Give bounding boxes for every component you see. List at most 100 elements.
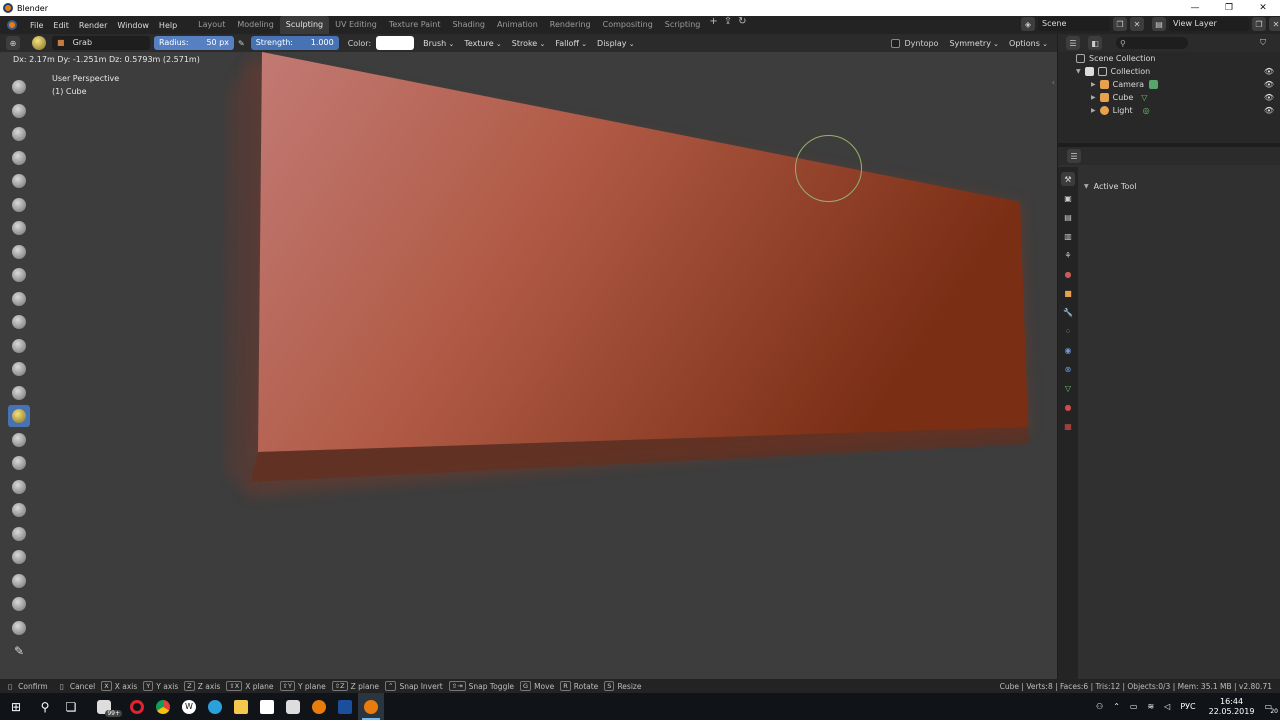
tool-thumb-icon[interactable] <box>8 452 30 474</box>
symmetry-menu[interactable]: Symmetry <box>944 39 1004 48</box>
tool-draw-icon[interactable] <box>8 76 30 98</box>
telegram-icon[interactable] <box>202 693 228 720</box>
tab-animation[interactable]: Animation <box>491 16 544 34</box>
tab-data-icon[interactable]: ▽ <box>1061 381 1075 395</box>
expand-icon[interactable]: ▶ <box>1091 107 1096 114</box>
tool-mask-icon[interactable] <box>8 523 30 545</box>
scene-icon[interactable]: ◈ <box>1021 17 1035 31</box>
3d-viewport[interactable]: Dx: 2.17m Dy: -1.251m Dz: 0.5793m (2.571… <box>0 52 1057 679</box>
menu-edit[interactable]: Edit <box>48 21 74 30</box>
refresh-icon[interactable]: ↻ <box>735 16 749 34</box>
remove-scene-icon[interactable]: ✕ <box>1130 17 1144 31</box>
filter-icon[interactable]: ⛉ <box>1260 38 1266 48</box>
network-icon[interactable]: ▭ <box>1130 702 1138 711</box>
color-swatch[interactable] <box>376 36 415 50</box>
language-indicator[interactable]: РУС <box>1180 702 1195 711</box>
tab-physics-icon[interactable]: ◉ <box>1061 343 1075 357</box>
expand-icon[interactable]: ▶ <box>1091 94 1096 101</box>
collection-visibility-icon[interactable]: 👁 <box>1264 67 1274 76</box>
tab-shading[interactable]: Shading <box>446 16 491 34</box>
notification-center-icon[interactable]: ▭ 20 <box>1264 702 1278 715</box>
options-menu[interactable]: Options <box>1004 39 1053 48</box>
remove-view-layer-icon[interactable]: ✕ <box>1269 17 1280 31</box>
app-icon-2[interactable] <box>280 693 306 720</box>
close-button[interactable]: ✕ <box>1246 0 1280 16</box>
brush-name-field[interactable]: ■ Grab <box>52 36 150 50</box>
stroke-menu[interactable]: Stroke <box>507 39 551 48</box>
tool-snake-hook-icon[interactable] <box>8 429 30 451</box>
add-workspace-button[interactable]: + <box>706 16 720 34</box>
tool-multiplane-icon[interactable] <box>8 382 30 404</box>
menu-window[interactable]: Window <box>112 21 154 30</box>
tab-uv-editing[interactable]: UV Editing <box>329 16 383 34</box>
tab-scripting[interactable]: Scripting <box>659 16 707 34</box>
tab-scene-icon[interactable]: ⚘ <box>1061 248 1075 262</box>
clock[interactable]: 16:44 22.05.2019 <box>1209 697 1255 717</box>
wikipedia-icon[interactable]: W <box>176 693 202 720</box>
expand-icon[interactable]: ▼ <box>1076 68 1081 75</box>
person-icon[interactable]: ⚇ <box>1096 702 1103 711</box>
tool-nudge-icon[interactable] <box>8 476 30 498</box>
tab-world-icon[interactable]: ● <box>1061 267 1075 281</box>
outliner-collection[interactable]: ▼ Collection 👁 <box>1058 65 1280 78</box>
mail-app-icon[interactable]: 99+ <box>84 693 124 720</box>
scene-name-field[interactable]: Scene <box>1038 17 1110 31</box>
menu-render[interactable]: Render <box>74 21 112 30</box>
tab-texture-paint[interactable]: Texture Paint <box>383 16 447 34</box>
minimize-button[interactable]: — <box>1178 0 1212 16</box>
outliner-item-camera[interactable]: ▶ Camera 👁 <box>1058 78 1280 91</box>
tool-smooth-icon[interactable] <box>8 264 30 286</box>
radius-field[interactable]: Radius: 50 px <box>154 36 234 50</box>
tool-fill-icon[interactable] <box>8 311 30 333</box>
sidebar-toggle-icon[interactable]: ‹ <box>1052 78 1055 87</box>
collection-checkbox[interactable] <box>1084 67 1094 76</box>
tab-particles-icon[interactable]: ⁘ <box>1061 324 1075 338</box>
windows-start-icon[interactable]: ⊞ <box>0 693 32 720</box>
properties-editor-type-icon[interactable]: ☰ <box>1067 149 1081 163</box>
tab-compositing[interactable]: Compositing <box>597 16 659 34</box>
tab-active-tool-icon[interactable]: ⚒ <box>1061 172 1075 186</box>
tool-mesh-filter-icon[interactable] <box>8 617 30 639</box>
dyntopo-checkbox[interactable] <box>891 38 901 48</box>
tool-flatten-icon[interactable] <box>8 288 30 310</box>
light-visibility-icon[interactable]: 👁 <box>1264 106 1274 115</box>
tab-rendering[interactable]: Rendering <box>544 16 597 34</box>
tab-constraints-icon[interactable]: ⊗ <box>1061 362 1075 376</box>
tray-expand-icon[interactable]: ⌃ <box>1113 702 1120 711</box>
tool-draw-sharp-icon[interactable] <box>8 100 30 122</box>
file-explorer-icon[interactable] <box>228 693 254 720</box>
new-view-layer-icon[interactable]: ❐ <box>1252 17 1266 31</box>
tool-clay-strips-icon[interactable] <box>8 147 30 169</box>
tool-scrape-icon[interactable] <box>8 335 30 357</box>
outliner-search-input[interactable]: ⚲ <box>1116 37 1188 49</box>
app-icon-3[interactable] <box>332 693 358 720</box>
maximize-button[interactable]: ❐ <box>1212 0 1246 16</box>
outliner-scene-collection[interactable]: Scene Collection <box>1058 52 1280 65</box>
wifi-icon[interactable]: ≋ <box>1147 702 1154 711</box>
tab-texture-icon[interactable]: ▦ <box>1061 419 1075 433</box>
view-layer-icon[interactable]: ▤ <box>1152 17 1166 31</box>
tab-modifiers-icon[interactable]: 🔧 <box>1061 305 1075 319</box>
panel-expand-icon[interactable]: ▼ <box>1084 183 1089 190</box>
tool-grab-icon[interactable] <box>8 405 30 427</box>
tab-material-icon[interactable]: ● <box>1061 400 1075 414</box>
blender-taskbar-icon[interactable] <box>306 693 332 720</box>
cube-visibility-icon[interactable]: 👁 <box>1264 93 1274 102</box>
chrome-icon[interactable] <box>150 693 176 720</box>
tool-box-mask-icon[interactable] <box>8 570 30 592</box>
active-tool-panel[interactable]: ▼ Active Tool <box>1084 182 1136 191</box>
tool-inflate-icon[interactable] <box>8 194 30 216</box>
task-view-icon[interactable]: ❏ <box>58 693 84 720</box>
volume-icon[interactable]: ◁ <box>1164 702 1170 711</box>
outliner-item-cube[interactable]: ▶ Cube ▽ 👁 <box>1058 91 1280 104</box>
tool-rotate-icon[interactable] <box>8 499 30 521</box>
tool-pinch-icon[interactable] <box>8 358 30 380</box>
tab-sculpting[interactable]: Sculpting <box>279 16 330 34</box>
tool-layer-icon[interactable] <box>8 170 30 192</box>
editor-type-icon[interactable]: ⊕ <box>6 36 20 50</box>
opera-icon[interactable] <box>124 693 150 720</box>
strength-field[interactable]: Strength: 1.000 <box>250 36 339 50</box>
tab-view-layer-icon[interactable]: ▥ <box>1061 229 1075 243</box>
app-icon-1[interactable] <box>254 693 280 720</box>
new-scene-icon[interactable]: ❐ <box>1113 17 1127 31</box>
